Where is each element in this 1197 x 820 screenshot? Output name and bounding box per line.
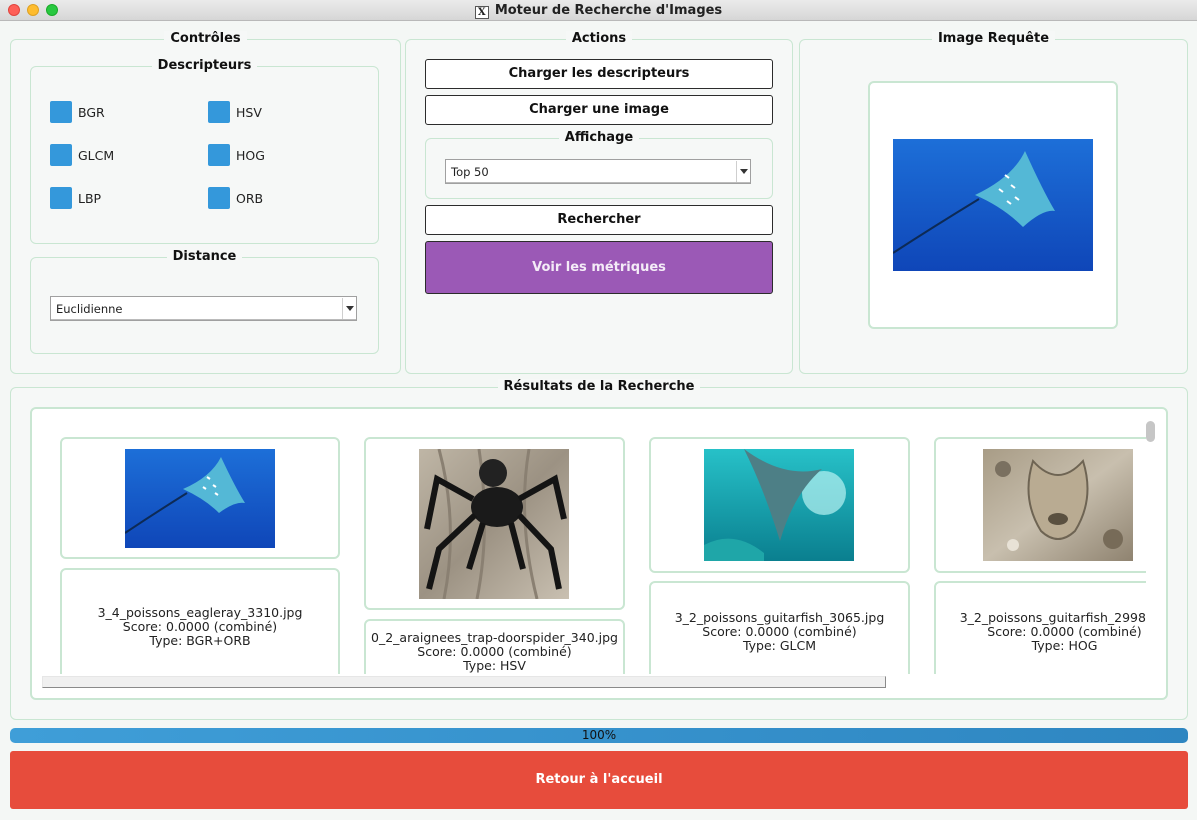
chevron-down-icon[interactable]	[342, 298, 356, 319]
horizontal-scrollbar-thumb[interactable]	[42, 676, 886, 688]
result-score: Score: 0.0000 (combiné)	[417, 644, 572, 659]
checkbox-indicator[interactable]	[208, 144, 230, 166]
controls-title: Contrôles	[164, 31, 247, 46]
distance-select[interactable]: Euclidienne	[50, 296, 357, 321]
distance-select-value: Euclidienne	[56, 302, 123, 316]
result-image	[983, 449, 1133, 561]
checkbox-bgr[interactable]: BGR	[50, 100, 105, 124]
search-button[interactable]: Rechercher	[425, 205, 773, 235]
x11-icon: X	[474, 6, 489, 19]
view-metrics-button[interactable]: Voir les métriques	[425, 241, 773, 294]
checkbox-indicator[interactable]	[208, 187, 230, 209]
checkbox-indicator[interactable]	[50, 101, 72, 123]
result-info-card: 0_2_araignees_trap-doorspider_340.jpg Sc…	[364, 619, 625, 674]
load-image-button[interactable]: Charger une image	[425, 95, 773, 125]
checkbox-label: HSV	[236, 104, 262, 120]
result-image-card[interactable]	[934, 437, 1146, 573]
checkbox-hog[interactable]: HOG	[208, 143, 265, 167]
results-vertical-scrollbar[interactable]	[1146, 418, 1156, 674]
result-filename: 3_4_poissons_eagleray_3310.jpg	[97, 605, 303, 620]
result-image	[704, 449, 854, 561]
result-type: Type: HOG	[1031, 638, 1098, 653]
result-image-card[interactable]	[364, 437, 625, 610]
query-image-title: Image Requête	[931, 31, 1056, 46]
results-scroll-area[interactable]: 3_4_poissons_eagleray_3310.jpg Score: 0.…	[42, 418, 1146, 674]
result-filename: 3_2_poissons_guitarfish_2998.jpg	[959, 610, 1146, 625]
progress-label: 100%	[581, 728, 617, 742]
chevron-down-icon[interactable]	[736, 161, 750, 182]
result-image	[125, 449, 275, 548]
result-info-card: 3_2_poissons_guitarfish_3065.jpg Score: …	[649, 581, 910, 674]
display-select-value: Top 50	[451, 165, 489, 179]
checkbox-glcm[interactable]: GLCM	[50, 143, 114, 167]
result-info-card: 3_2_poissons_guitarfish_2998.jpg Score: …	[934, 581, 1146, 674]
result-filename: 0_2_araignees_trap-doorspider_340.jpg	[371, 630, 618, 645]
checkbox-label: HOG	[236, 147, 265, 163]
result-score: Score: 0.0000 (combiné)	[122, 619, 278, 634]
load-descriptors-button[interactable]: Charger les descripteurs	[425, 59, 773, 89]
checkbox-label: BGR	[78, 104, 105, 120]
result-image-card[interactable]	[60, 437, 340, 559]
vertical-scrollbar-thumb[interactable]	[1146, 421, 1155, 442]
result-image-card[interactable]	[649, 437, 910, 573]
actions-title: Actions	[565, 31, 633, 46]
checkbox-hsv[interactable]: HSV	[208, 100, 262, 124]
result-score: Score: 0.0000 (combiné)	[702, 624, 857, 639]
progress-bar: 100%	[10, 728, 1188, 743]
query-image-frame	[868, 81, 1118, 329]
back-home-button[interactable]: Retour à l'accueil	[10, 751, 1188, 809]
result-filename: 3_2_poissons_guitarfish_3065.jpg	[674, 610, 885, 625]
result-type: Type: GLCM	[742, 638, 817, 653]
checkbox-lbp[interactable]: LBP	[50, 186, 101, 210]
checkbox-label: GLCM	[78, 147, 115, 163]
checkbox-label: LBP	[78, 190, 102, 206]
checkbox-indicator[interactable]	[208, 101, 230, 123]
window-title: Moteur de Recherche d'Images	[494, 3, 723, 18]
checkbox-label: ORB	[236, 190, 264, 206]
result-info-card: 3_4_poissons_eagleray_3310.jpg Score: 0.…	[60, 568, 340, 674]
result-type: Type: HSV	[463, 658, 526, 673]
query-image	[893, 139, 1093, 271]
result-score: Score: 0.0000 (combiné)	[987, 624, 1142, 639]
result-image	[419, 449, 569, 599]
checkbox-orb[interactable]: ORB	[208, 186, 263, 210]
result-type: Type: BGR+ORB	[149, 633, 251, 648]
title-bar: X Moteur de Recherche d'Images	[0, 0, 1197, 21]
checkbox-indicator[interactable]	[50, 187, 72, 209]
checkbox-indicator[interactable]	[50, 144, 72, 166]
results-title: Résultats de la Recherche	[497, 379, 701, 394]
display-select[interactable]: Top 50	[445, 159, 751, 184]
